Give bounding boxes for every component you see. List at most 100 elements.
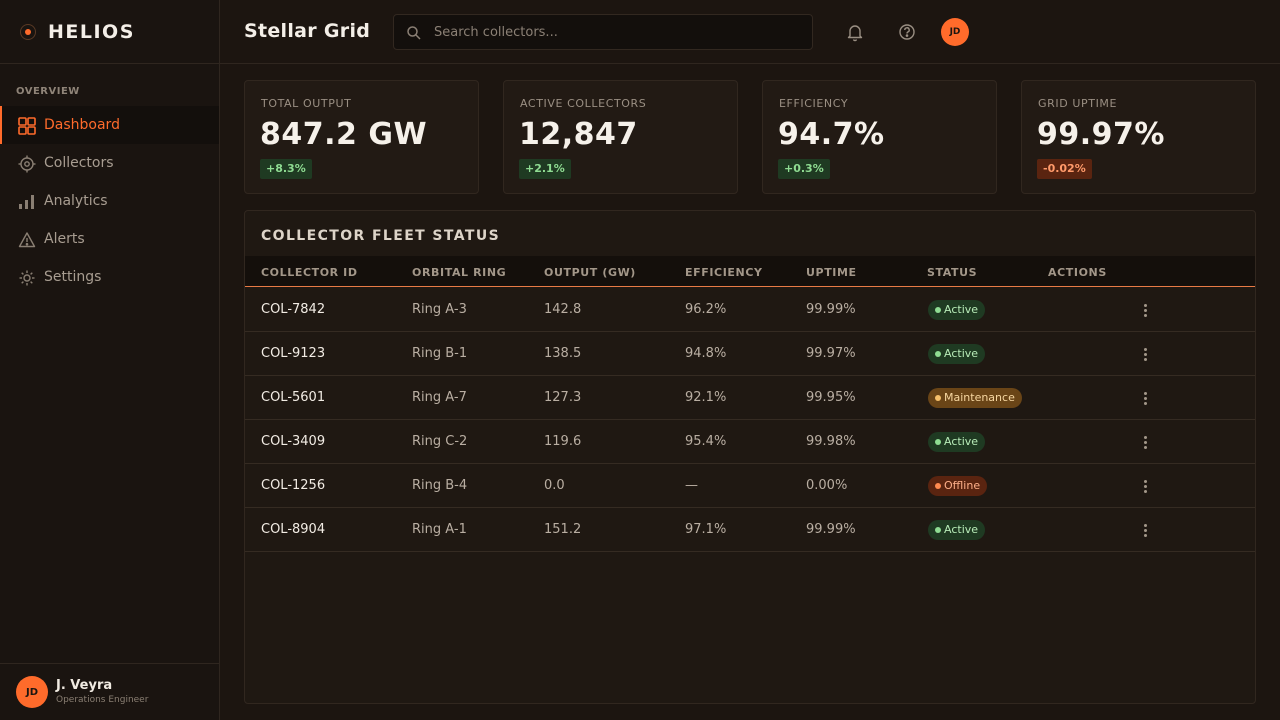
column-header-uptime[interactable]: UPTIME [806, 266, 857, 279]
output-cell: 0.0 [544, 478, 565, 493]
avatar: JD [16, 676, 48, 708]
output-cell: 127.3 [544, 390, 582, 405]
sidebar-item-dashboard[interactable]: Dashboard [0, 106, 219, 144]
efficiency-cell: 95.4% [685, 434, 727, 449]
kpi-card-grid-uptime: GRID UPTIME 99.97% -0.02% [1021, 80, 1256, 194]
header-avatar[interactable]: JD [941, 18, 969, 46]
app-root: HELIOS OVERVIEW Dashboard Collectors Ana… [0, 0, 1280, 720]
status-badge: Active [928, 344, 986, 364]
row-actions-kebab-icon[interactable] [1137, 520, 1153, 540]
kpi-card-active-collectors: ACTIVE COLLECTORS 12,847 +2.1% [503, 80, 738, 194]
kpi-card-efficiency: EFFICIENCY 94.7% +0.3% [762, 80, 997, 194]
gear-icon [18, 269, 36, 287]
sidebar-item-label: Collectors [44, 155, 114, 171]
efficiency-cell: — [685, 478, 698, 493]
efficiency-cell: 97.1% [685, 522, 727, 537]
orbital-ring-cell: Ring B-4 [412, 478, 468, 493]
brand-name: HELIOS [48, 20, 135, 43]
table-row[interactable]: COL-3409 Ring C-2 119.6 95.4% 99.98% Act… [245, 420, 1255, 464]
row-actions-kebab-icon[interactable] [1137, 476, 1153, 496]
warning-triangle-icon [18, 231, 36, 249]
collector-id-cell: COL-1256 [261, 478, 326, 493]
output-cell: 142.8 [544, 302, 582, 317]
collector-id-cell: COL-8904 [261, 522, 326, 537]
kpi-delta-badge: +0.3% [778, 159, 830, 179]
row-actions-kebab-icon[interactable] [1137, 300, 1153, 320]
column-header-efficiency[interactable]: EFFICIENCY [685, 266, 763, 279]
column-header-actions: ACTIONS [1048, 266, 1107, 279]
orbital-ring-cell: Ring A-7 [412, 390, 467, 405]
status-badge: Active [928, 432, 986, 452]
sun-target-icon [18, 155, 36, 173]
user-role: Operations Engineer [56, 695, 149, 705]
kpi-label: EFFICIENCY [779, 97, 849, 110]
efficiency-cell: 96.2% [685, 302, 727, 317]
column-header-collector-id[interactable]: COLLECTOR ID [261, 266, 358, 279]
status-badge: Active [928, 520, 986, 540]
kpi-label: GRID UPTIME [1038, 97, 1118, 110]
column-header-status[interactable]: STATUS [927, 266, 977, 279]
orbital-ring-cell: Ring A-1 [412, 522, 467, 537]
uptime-cell: 99.97% [806, 346, 856, 361]
output-cell: 119.6 [544, 434, 582, 449]
efficiency-cell: 94.8% [685, 346, 727, 361]
uptime-cell: 99.99% [806, 522, 856, 537]
search-icon [406, 25, 422, 41]
column-header-output[interactable]: OUTPUT (GW) [544, 266, 636, 279]
sidebar-item-label: Alerts [44, 231, 85, 247]
sidebar: HELIOS OVERVIEW Dashboard Collectors Ana… [0, 0, 220, 720]
kpi-label: TOTAL OUTPUT [261, 97, 352, 110]
collector-id-cell: COL-5601 [261, 390, 326, 405]
nav-section-label: OVERVIEW [16, 86, 80, 97]
kpi-delta-badge: +2.1% [519, 159, 571, 179]
sidebar-item-analytics[interactable]: Analytics [0, 182, 219, 220]
sidebar-item-collectors[interactable]: Collectors [0, 144, 219, 182]
output-cell: 138.5 [544, 346, 582, 361]
bell-icon[interactable] [844, 21, 866, 43]
help-circle-icon[interactable] [896, 21, 918, 43]
bar-chart-icon [18, 193, 36, 211]
sidebar-item-settings[interactable]: Settings [0, 258, 219, 296]
status-badge: Offline [928, 476, 988, 496]
row-actions-kebab-icon[interactable] [1137, 432, 1153, 452]
header: Stellar Grid JD [220, 0, 1280, 64]
kpi-value: 99.97% [1037, 117, 1165, 152]
table-row[interactable]: COL-1256 Ring B-4 0.0 — 0.00% Offline [245, 464, 1255, 508]
user-name: J. Veyra [56, 678, 113, 693]
kpi-delta-badge: -0.02% [1037, 159, 1092, 179]
sun-logo-icon [20, 23, 36, 40]
collector-id-cell: COL-9123 [261, 346, 326, 361]
column-header-orbital-ring[interactable]: ORBITAL RING [412, 266, 506, 279]
brand[interactable]: HELIOS [0, 0, 219, 64]
sidebar-item-alerts[interactable]: Alerts [0, 220, 219, 258]
uptime-cell: 99.99% [806, 302, 856, 317]
table-header: COLLECTOR ID ORBITAL RING OUTPUT (GW) EF… [245, 256, 1255, 287]
sidebar-item-label: Settings [44, 269, 102, 285]
user-info: J. Veyra Operations Engineer [56, 678, 148, 706]
status-badge: Active [928, 300, 986, 320]
table-row[interactable]: COL-9123 Ring B-1 138.5 94.8% 99.97% Act… [245, 332, 1255, 376]
orbital-ring-cell: Ring B-1 [412, 346, 468, 361]
search-input[interactable] [434, 15, 804, 49]
kpi-value: 94.7% [778, 117, 885, 152]
sidebar-item-label: Dashboard [44, 117, 120, 133]
table-row[interactable]: COL-5601 Ring A-7 127.3 92.1% 99.95% Mai… [245, 376, 1255, 420]
table-row[interactable]: COL-8904 Ring A-1 151.2 97.1% 99.99% Act… [245, 508, 1255, 552]
grid-icon [18, 117, 36, 135]
kpi-delta-badge: +8.3% [260, 159, 312, 179]
kpi-card-total-output: TOTAL OUTPUT 847.2 GW +8.3% [244, 80, 479, 194]
uptime-cell: 99.95% [806, 390, 856, 405]
uptime-cell: 0.00% [806, 478, 848, 493]
table-row[interactable]: COL-7842 Ring A-3 142.8 96.2% 99.99% Act… [245, 288, 1255, 332]
row-actions-kebab-icon[interactable] [1137, 344, 1153, 364]
status-badge: Maintenance [928, 388, 1022, 408]
kpi-label: ACTIVE COLLECTORS [520, 97, 647, 110]
output-cell: 151.2 [544, 522, 582, 537]
orbital-ring-cell: Ring C-2 [412, 434, 468, 449]
search-box[interactable] [393, 14, 813, 50]
orbital-ring-cell: Ring A-3 [412, 302, 467, 317]
efficiency-cell: 92.1% [685, 390, 727, 405]
row-actions-kebab-icon[interactable] [1137, 388, 1153, 408]
user-card[interactable]: JD J. Veyra Operations Engineer [0, 663, 219, 720]
uptime-cell: 99.98% [806, 434, 856, 449]
